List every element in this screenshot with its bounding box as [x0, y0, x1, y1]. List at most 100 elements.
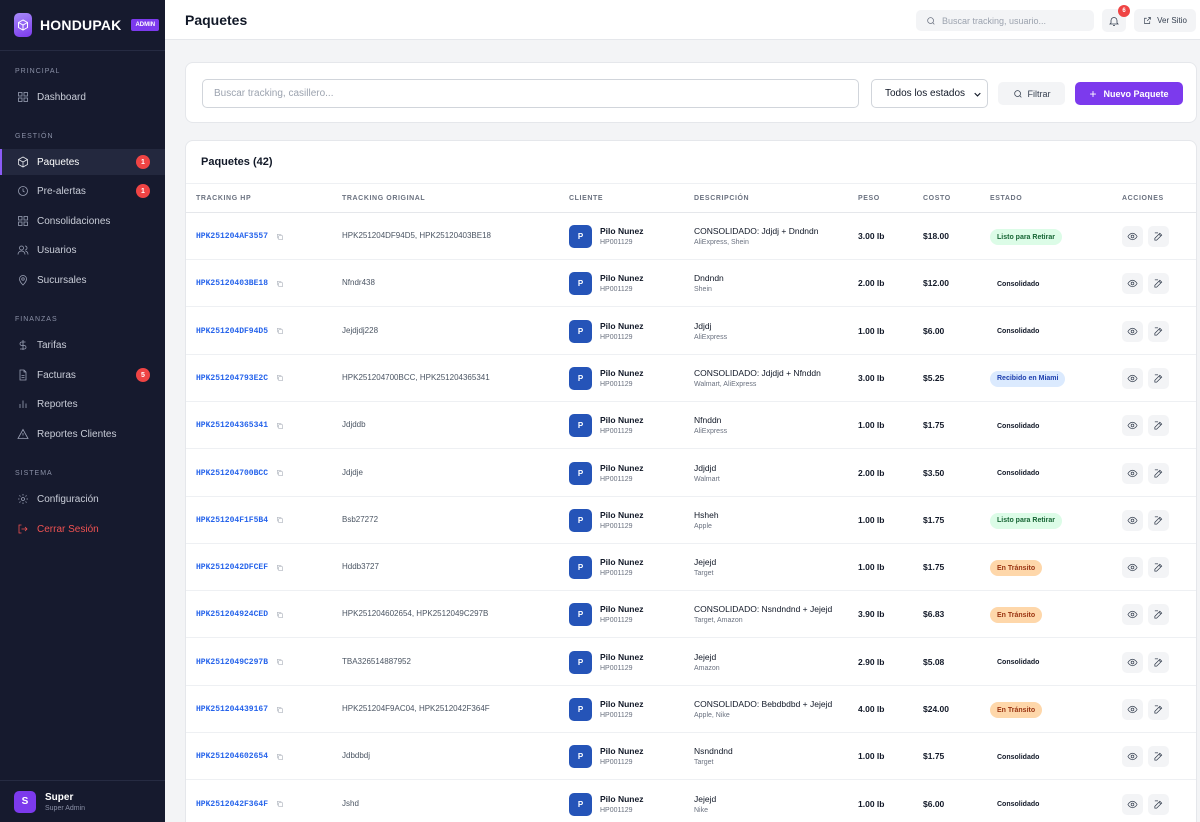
sidebar-item-usuarios[interactable]: Usuarios [0, 237, 165, 263]
table-row[interactable]: HPK2512042DFCEF Hddb3727 P Pilo Nunez HP0011… [186, 544, 1196, 592]
grid-icon [18, 92, 28, 102]
view-button[interactable] [1122, 273, 1143, 295]
tracking-hp-link[interactable]: HPK251204AF3557 [196, 232, 284, 241]
tracking-hp-link[interactable]: HPK25120403BE18 [196, 279, 284, 288]
eye-icon [1127, 469, 1138, 477]
view-button[interactable] [1122, 651, 1143, 673]
top-header: Paquetes Buscar tracking, usuario... 6 V… [165, 0, 1200, 40]
copy-icon[interactable] [276, 327, 284, 335]
sidebar-item-paquetes[interactable]: Paquetes 1 [0, 149, 165, 175]
brand[interactable]: HONDUPAK ADMIN [0, 0, 165, 51]
view-site-button[interactable]: Ver Sitio [1134, 9, 1196, 32]
package-search-input[interactable] [202, 79, 859, 108]
tracking-hp-link[interactable]: HPK251204DF94D5 [196, 327, 284, 336]
edit-button[interactable] [1148, 320, 1169, 342]
status-select[interactable]: Todos los estados [871, 79, 988, 108]
view-button[interactable] [1122, 509, 1143, 531]
copy-icon[interactable] [276, 611, 284, 619]
view-button[interactable] [1122, 462, 1143, 484]
copy-icon[interactable] [276, 564, 284, 572]
view-button[interactable] [1122, 746, 1143, 768]
edit-button[interactable] [1148, 462, 1169, 484]
sidebar-item-sucursales[interactable]: Sucursales [0, 267, 165, 293]
package-store: Walmart, AliExpress [694, 380, 757, 388]
tracking-hp-link[interactable]: HPK2512042DFCEF [196, 563, 284, 572]
copy-icon[interactable] [276, 658, 284, 666]
tracking-hp-link[interactable]: HPK251204365341 [196, 421, 284, 430]
view-button[interactable] [1122, 367, 1143, 389]
copy-icon[interactable] [276, 233, 284, 241]
copy-icon[interactable] [276, 374, 284, 382]
edit-button[interactable] [1148, 604, 1169, 626]
sidebar-item-reportes[interactable]: Reportes [0, 391, 165, 417]
tracking-hp-link[interactable]: HPK2512049C297B [196, 658, 284, 667]
tracking-hp-link[interactable]: HPK251204793E2C [196, 374, 284, 383]
view-button[interactable] [1122, 604, 1143, 626]
edit-button[interactable] [1148, 509, 1169, 531]
edit-icon [1154, 658, 1163, 667]
sidebar-item-consolidaciones[interactable]: Consolidaciones [0, 208, 165, 234]
table-row[interactable]: HPK251204439167 HPK251204F9AC04, HPK25120… [186, 686, 1196, 733]
copy-icon[interactable] [276, 800, 284, 808]
sidebar-item-dashboard[interactable]: Dashboard [0, 84, 165, 110]
view-button[interactable] [1122, 226, 1143, 247]
tracking-hp-link[interactable]: HPK251204602654 [196, 752, 284, 761]
package-store: Shein [694, 286, 712, 294]
sidebar-item-facturas[interactable]: Facturas 5 [0, 362, 165, 388]
table-row[interactable]: HPK251204365341 Jdjddb P Pilo Nunez HP001129… [186, 402, 1196, 450]
sidebar-item-pre-alertas[interactable]: Pre-alertas 1 [0, 178, 165, 204]
table-row[interactable]: HPK251204F1F5B4 Bsb27272 P Pilo Nunez HP0011… [186, 497, 1196, 544]
edit-button[interactable] [1148, 651, 1169, 673]
sidebar-item-cerrar-sesion[interactable]: Cerrar Sesión [0, 516, 165, 542]
tracking-hp-link[interactable]: HPK2512042F364F [196, 800, 284, 809]
tracking-hp-link[interactable]: HPK251204439167 [196, 705, 284, 714]
view-button[interactable] [1122, 699, 1143, 720]
filter-button[interactable]: Filtrar [998, 82, 1065, 105]
status-badge: Consolidado [997, 470, 1040, 477]
tracking-original: Bsb27272 [342, 514, 379, 524]
edit-button[interactable] [1148, 699, 1169, 720]
edit-button[interactable] [1148, 367, 1169, 389]
copy-icon[interactable] [276, 706, 284, 714]
client-avatar: P [569, 272, 592, 296]
table-row[interactable]: HPK251204AF3557 HPK251204DF94D5, HPK25120… [186, 213, 1196, 260]
copy-icon[interactable] [276, 280, 284, 288]
status-select-value: Todos los estados [885, 88, 966, 99]
package-description: Nfnddn [694, 415, 722, 426]
edit-button[interactable] [1148, 557, 1169, 579]
table-row[interactable]: HPK2512042F364F Jshd P Pilo Nunez HP001129 Je… [186, 781, 1196, 822]
view-button[interactable] [1122, 557, 1143, 579]
view-button[interactable] [1122, 415, 1143, 437]
page-title: Paquetes [185, 12, 248, 28]
tracking-hp-link[interactable]: HPK251204700BCC [196, 469, 284, 478]
new-package-button[interactable]: + Nuevo Paquete [1075, 82, 1183, 105]
edit-button[interactable] [1148, 226, 1169, 247]
edit-button[interactable] [1148, 273, 1169, 295]
table-row[interactable]: HPK251204DF94D5 Jejdjdj228 P Pilo Nunez HP00… [186, 308, 1196, 355]
copy-icon[interactable] [276, 753, 284, 761]
view-button[interactable] [1122, 320, 1143, 342]
table-row[interactable]: HPK251204793E2C HPK251204700BCC, HPK25120… [186, 355, 1196, 402]
table-row[interactable]: HPK2512049C297B TBA326514887952 P Pilo Nune… [186, 639, 1196, 686]
tracking-hp-link[interactable]: HPK251204F1F5B4 [196, 516, 284, 525]
edit-button[interactable] [1148, 415, 1169, 437]
edit-button[interactable] [1148, 793, 1169, 815]
sidebar-item-tarifas[interactable]: Tarifas [0, 332, 165, 358]
view-button[interactable] [1122, 793, 1143, 815]
sidebar-item-reportes-clientes[interactable]: Reportes Clientes [0, 421, 165, 447]
notifications-button[interactable]: 6 [1102, 5, 1130, 32]
tracking-original: Jejdjdj228 [342, 325, 379, 335]
current-user[interactable]: S Super Super Admin [0, 780, 165, 822]
table-row[interactable]: HPK251204924CED HPK251204602654, HPK25120… [186, 591, 1196, 639]
global-search-input[interactable]: Buscar tracking, usuario... [916, 10, 1094, 31]
edit-button[interactable] [1148, 746, 1169, 768]
copy-icon[interactable] [276, 422, 284, 430]
copy-icon[interactable] [276, 469, 284, 477]
table-row[interactable]: HPK25120403BE18 Nfndr438 P Pilo Nunez HP0011… [186, 260, 1196, 308]
copy-icon[interactable] [276, 516, 284, 524]
sidebar-item-configuracion[interactable]: Configuración [0, 486, 165, 512]
table-row[interactable]: HPK251204602654 Jdbdbdj P Pilo Nunez HP00112… [186, 733, 1196, 781]
table-row[interactable]: HPK251204700BCC Jdjdje P Pilo Nunez HP001129… [186, 450, 1196, 497]
client-code: HP001129 [600, 664, 633, 672]
tracking-hp-link[interactable]: HPK251204924CED [196, 610, 284, 619]
